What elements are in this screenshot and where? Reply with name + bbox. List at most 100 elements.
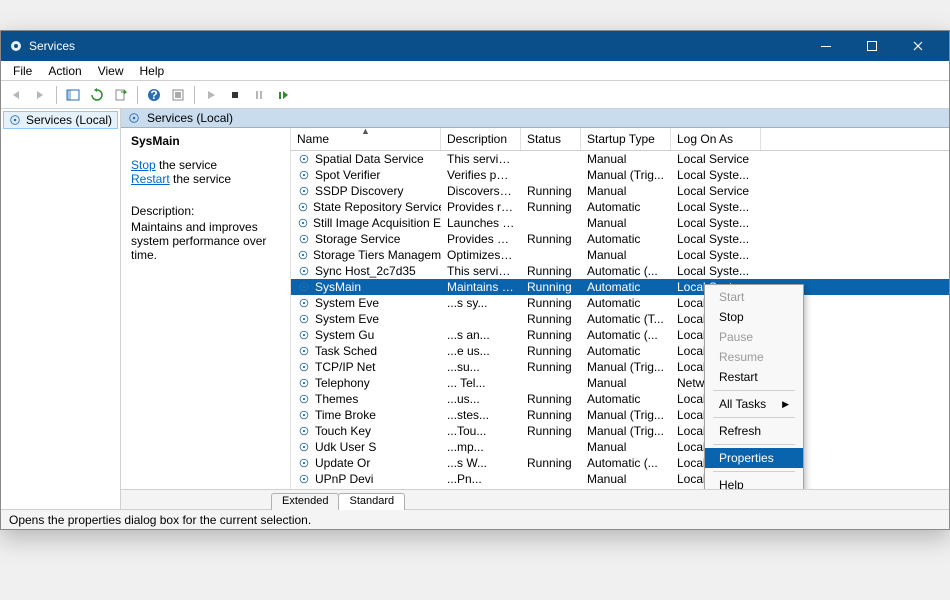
- ctx-properties[interactable]: Properties: [705, 448, 803, 468]
- svg-text:?: ?: [150, 88, 157, 102]
- service-status-cell: Running: [521, 280, 581, 294]
- service-row[interactable]: SysMainMaintains a...RunningAutomaticLoc…: [291, 279, 949, 295]
- service-row[interactable]: Storage ServiceProvides en...RunningAuto…: [291, 231, 949, 247]
- service-row[interactable]: System Gu...s an...RunningAutomatic (...…: [291, 327, 949, 343]
- services-app-icon: [9, 39, 23, 53]
- tree-item-services-local[interactable]: Services (Local): [3, 111, 118, 129]
- service-name-cell: Sync Host_2c7d35: [315, 264, 416, 278]
- minimize-button[interactable]: [803, 31, 849, 61]
- titlebar[interactable]: Services: [1, 31, 949, 61]
- service-row[interactable]: Storage Tiers ManagementOptimizes t...Ma…: [291, 247, 949, 263]
- stop-service-button[interactable]: [224, 84, 246, 106]
- service-row[interactable]: Telephony... Tel...ManualNetwork S...: [291, 375, 949, 391]
- forward-button[interactable]: [29, 84, 51, 106]
- service-name-cell: Still Image Acquisition Events: [313, 216, 441, 230]
- menu-view[interactable]: View: [90, 62, 132, 80]
- menu-file[interactable]: File: [5, 62, 40, 80]
- service-status-cell: Running: [521, 264, 581, 278]
- service-logon-cell: Local Syste...: [671, 232, 761, 246]
- service-desc-cell: ...stes...: [441, 408, 521, 422]
- service-name-cell: Spot Verifier: [315, 168, 380, 182]
- service-row[interactable]: System EveRunningAutomatic (T...Local Sy…: [291, 311, 949, 327]
- service-name-cell: State Repository Service: [313, 200, 441, 214]
- console-tree: Services (Local): [1, 109, 121, 509]
- service-row[interactable]: State Repository ServiceProvides re...Ru…: [291, 199, 949, 215]
- status-text: Opens the properties dialog box for the …: [9, 513, 311, 527]
- service-status-cell: Running: [521, 488, 581, 489]
- ctx-stop[interactable]: Stop: [705, 307, 803, 327]
- view-tabs: Extended Standard: [121, 489, 949, 509]
- gear-icon: [297, 344, 311, 358]
- column-header-status[interactable]: Status: [521, 128, 581, 150]
- list-header: Name ▲ Description Status Startup Type L…: [291, 128, 949, 151]
- service-row[interactable]: Spatial Data ServiceThis service ...Manu…: [291, 151, 949, 167]
- service-desc-cell: This service ...: [441, 264, 521, 278]
- service-startup-cell: Manual: [581, 488, 671, 489]
- column-header-description[interactable]: Description: [441, 128, 521, 150]
- tab-extended[interactable]: Extended: [271, 493, 339, 510]
- service-desc-cell: ...s W...: [441, 456, 521, 470]
- service-startup-cell: Automatic (T...: [581, 312, 671, 326]
- gear-icon: [297, 408, 311, 422]
- ctx-refresh[interactable]: Refresh: [705, 421, 803, 441]
- tab-standard[interactable]: Standard: [338, 493, 405, 510]
- service-logon-cell: Local Syste...: [671, 248, 761, 262]
- gear-icon: [297, 440, 311, 454]
- pane-header: Services (Local): [121, 109, 949, 128]
- service-row[interactable]: System Eve...s sy...RunningAutomaticLoca…: [291, 295, 949, 311]
- service-startup-cell: Manual: [581, 440, 671, 454]
- ctx-resume[interactable]: Resume: [705, 347, 803, 367]
- service-row[interactable]: Update Or...s W...RunningAutomatic (...L…: [291, 455, 949, 471]
- pause-service-button[interactable]: [248, 84, 270, 106]
- close-button[interactable]: [895, 31, 941, 61]
- service-row[interactable]: User Data Access_2c7d35Provides ap...Run…: [291, 487, 949, 489]
- ctx-restart[interactable]: Restart: [705, 367, 803, 387]
- window-title: Services: [29, 39, 803, 53]
- column-header-name[interactable]: Name ▲: [291, 128, 441, 150]
- restart-service-button[interactable]: [272, 84, 294, 106]
- service-startup-cell: Manual: [581, 248, 671, 262]
- service-name-cell: Time Broke: [315, 408, 376, 422]
- back-button[interactable]: [5, 84, 27, 106]
- service-row[interactable]: Udk User S...mp...ManualLocal Syste...: [291, 439, 949, 455]
- export-list-button[interactable]: [110, 84, 132, 106]
- service-startup-cell: Manual (Trig...: [581, 168, 671, 182]
- service-row[interactable]: TCP/IP Net...su...RunningManual (Trig...…: [291, 359, 949, 375]
- ctx-pause[interactable]: Pause: [705, 327, 803, 347]
- service-name-cell: Telephony: [315, 376, 370, 390]
- service-row[interactable]: Time Broke...stes...RunningManual (Trig.…: [291, 407, 949, 423]
- service-row[interactable]: Touch Key...Tou...RunningManual (Trig...…: [291, 423, 949, 439]
- restart-service-link[interactable]: Restart: [131, 172, 170, 186]
- service-logon-cell: Local Syste...: [671, 264, 761, 278]
- service-name-cell: System Eve: [315, 312, 379, 326]
- service-row[interactable]: Spot VerifierVerifies pote...Manual (Tri…: [291, 167, 949, 183]
- service-desc-cell: Provides ap...: [441, 488, 521, 489]
- service-row[interactable]: SSDP DiscoveryDiscovers n...RunningManua…: [291, 183, 949, 199]
- stop-service-link[interactable]: Stop: [131, 158, 156, 172]
- ctx-start[interactable]: Start: [705, 287, 803, 307]
- service-row[interactable]: Themes...us...RunningAutomaticLocal Syst…: [291, 391, 949, 407]
- service-row[interactable]: UPnP Devi...Pn...ManualLocal Service: [291, 471, 949, 487]
- service-row[interactable]: Still Image Acquisition EventsLaunches a…: [291, 215, 949, 231]
- refresh-button[interactable]: [86, 84, 108, 106]
- service-row[interactable]: Task Sched...e us...RunningAutomaticLoca…: [291, 343, 949, 359]
- ctx-separator: [713, 444, 795, 445]
- service-row[interactable]: Sync Host_2c7d35This service ...RunningA…: [291, 263, 949, 279]
- ctx-all-tasks[interactable]: All Tasks ▶: [705, 394, 803, 414]
- main-body: Services (Local) Services (Local) SysMai…: [1, 109, 949, 509]
- start-service-button[interactable]: [200, 84, 222, 106]
- column-header-startup-type[interactable]: Startup Type: [581, 128, 671, 150]
- menu-help[interactable]: Help: [132, 62, 173, 80]
- properties-button[interactable]: [167, 84, 189, 106]
- gear-icon: [297, 184, 311, 198]
- maximize-button[interactable]: [849, 31, 895, 61]
- show-hide-tree-button[interactable]: [62, 84, 84, 106]
- service-startup-cell: Manual: [581, 376, 671, 390]
- service-status-cell: Running: [521, 296, 581, 310]
- menu-action[interactable]: Action: [40, 62, 89, 80]
- service-desc-cell: This service ...: [441, 152, 521, 166]
- column-header-log-on-as[interactable]: Log On As: [671, 128, 761, 150]
- ctx-help[interactable]: Help: [705, 475, 803, 489]
- help-button[interactable]: ?: [143, 84, 165, 106]
- gear-icon: [297, 312, 311, 326]
